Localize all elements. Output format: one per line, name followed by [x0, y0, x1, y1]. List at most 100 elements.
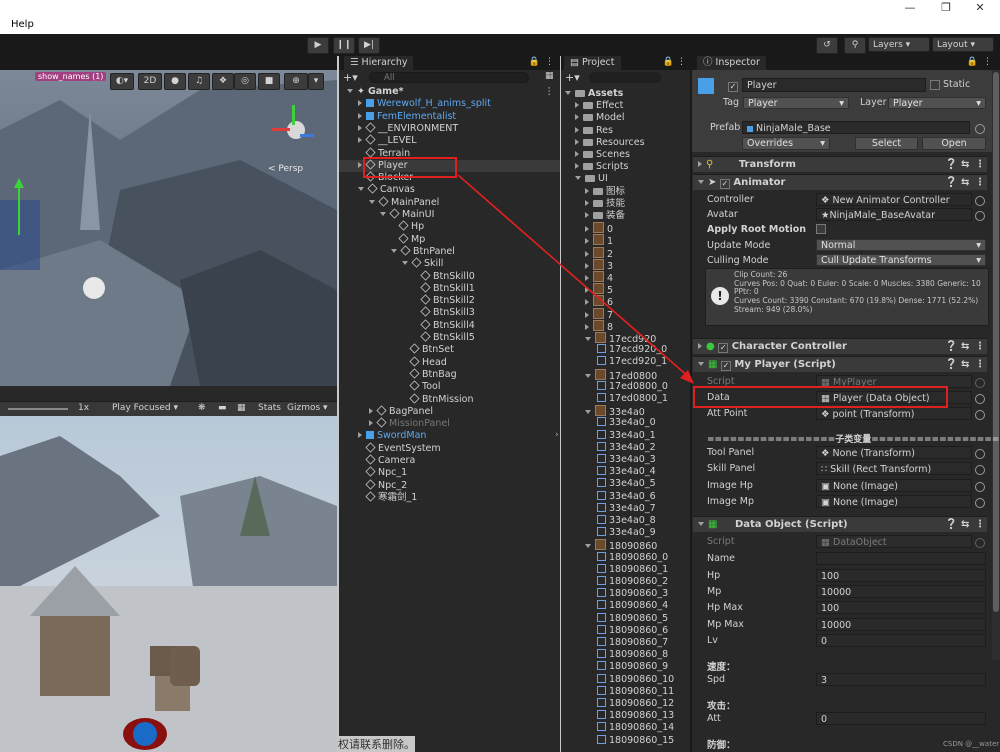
layer-dropdown[interactable]: Player ▾ — [888, 97, 986, 109]
project-item[interactable]: 17ecd920 — [561, 332, 690, 344]
culling-mode-dropdown[interactable]: Cull Update Transforms ▾ — [816, 254, 986, 266]
hierarchy-item[interactable]: Npc_1 — [339, 466, 560, 479]
project-item[interactable]: 18090860_4 — [561, 600, 690, 612]
hierarchy-item[interactable]: FemElementalist — [339, 111, 560, 123]
project-item[interactable]: 18090860_9 — [561, 661, 690, 673]
camera-icon[interactable]: ■ — [258, 73, 280, 90]
project-item[interactable]: Scripts — [561, 161, 690, 173]
project-item[interactable]: 33e4a0_5 — [561, 478, 690, 490]
mode-2d-button[interactable]: 2D — [138, 73, 162, 90]
expanded-arrow-icon[interactable] — [585, 337, 591, 341]
project-item[interactable]: 18090860_7 — [561, 637, 690, 649]
gizmo-icon[interactable]: ⊕ — [284, 73, 308, 90]
skill-panel-target-icon[interactable] — [975, 465, 985, 475]
mp-menu-icon[interactable]: ⋮ — [975, 357, 985, 372]
collapsed-arrow-icon[interactable] — [585, 187, 589, 194]
project-item[interactable]: 18090860_0 — [561, 551, 690, 564]
scale-slider[interactable] — [8, 408, 68, 410]
project-item[interactable]: 8 — [561, 319, 690, 332]
hierarchy-item[interactable]: EventSystem — [339, 442, 560, 455]
collapsed-arrow-icon[interactable] — [575, 126, 579, 133]
hierarchy-item[interactable]: Mp — [339, 233, 560, 246]
project-item[interactable]: 17ed0800_0 — [561, 380, 690, 393]
hierarchy-item[interactable]: BtnSkill4 — [339, 319, 560, 332]
do-preset-icon[interactable]: ⇆ — [961, 517, 969, 532]
project-item[interactable]: 33e4a0 — [561, 405, 690, 417]
expanded-arrow-icon[interactable] — [585, 373, 591, 378]
hierarchy-item[interactable]: 寒霜剑_1 — [339, 491, 560, 504]
project-item[interactable]: Effect — [561, 100, 690, 112]
cc-menu-icon[interactable]: ⋮ — [975, 339, 985, 354]
collapsed-arrow-icon[interactable] — [585, 299, 589, 306]
hp-input[interactable]: 100 — [816, 569, 986, 582]
project-item[interactable]: 5 — [561, 283, 690, 295]
hierarchy-item[interactable]: MainPanel — [339, 196, 560, 209]
project-item[interactable]: 3 — [561, 258, 690, 271]
image-hp-field[interactable]: ▣ None (Image) — [816, 479, 972, 492]
layers-dropdown[interactable]: Layers ▾ — [868, 37, 930, 52]
project-item[interactable]: 18090860_14 — [561, 722, 690, 734]
select-button[interactable]: Select — [855, 137, 918, 150]
close-icon[interactable]: ✕ — [970, 1, 990, 15]
collapsed-arrow-icon[interactable] — [585, 250, 589, 257]
hierarchy-item[interactable]: BtnPanel — [339, 245, 560, 258]
tag-dropdown[interactable]: Player ▾ — [743, 97, 849, 109]
more-icon[interactable]: ⋮ — [545, 57, 554, 67]
hierarchy-item[interactable]: BtnSkill5 — [339, 331, 560, 344]
hierarchy-item[interactable]: Hp — [339, 220, 560, 233]
collapsed-arrow-icon[interactable] — [575, 151, 579, 157]
project-item[interactable]: 技能 — [561, 198, 690, 210]
image-hp-target-icon[interactable] — [975, 482, 985, 492]
collapsed-arrow-icon[interactable] — [585, 199, 589, 206]
collapsed-arrow-icon[interactable] — [575, 138, 579, 145]
do-help-icon[interactable]: ❔ — [945, 517, 957, 532]
data-object-script-header[interactable]: ▦ Data Object (Script) ❔ ⇆ ⋮ — [693, 516, 987, 532]
project-item[interactable]: 4 — [561, 271, 690, 283]
mp-help-icon[interactable]: ❔ — [945, 357, 957, 372]
project-item[interactable]: 2 — [561, 246, 690, 259]
collapsed-arrow-icon[interactable] — [358, 432, 362, 439]
project-item[interactable]: 0 — [561, 222, 690, 234]
project-item[interactable]: Scenes — [561, 149, 690, 161]
collapsed-arrow-icon[interactable] — [358, 124, 362, 131]
project-lock-icon[interactable]: 🔒 — [663, 57, 674, 67]
att-input[interactable]: 0 — [816, 712, 986, 725]
tab-inspector[interactable]: ⓘ Inspector — [697, 56, 766, 70]
lock-icon[interactable]: 🔒 — [529, 57, 540, 67]
name-input[interactable] — [816, 552, 986, 565]
collapsed-arrow-icon[interactable] — [358, 112, 362, 119]
expanded-arrow-icon[interactable] — [585, 410, 591, 415]
prefab-field[interactable]: NinjaMale_Base — [742, 121, 970, 134]
tab-project[interactable]: ▤ Project — [564, 56, 621, 70]
expanded-arrow-icon[interactable] — [575, 176, 581, 181]
project-item[interactable]: 1 — [561, 234, 690, 246]
debug-icon[interactable]: ❋ — [198, 403, 206, 413]
overrides-dropdown[interactable]: Overrides ▾ — [742, 137, 830, 150]
collapsed-arrow-icon[interactable] — [585, 311, 589, 318]
project-item[interactable]: Assets — [561, 88, 690, 100]
stats-button[interactable]: Stats — [258, 403, 281, 413]
cc-preset-icon[interactable]: ⇆ — [961, 339, 969, 354]
active-checkbox[interactable]: ✓ — [728, 80, 738, 92]
skill-panel-field[interactable]: ∷ Skill (Rect Transform) — [816, 462, 972, 475]
mp-max-input[interactable]: 10000 — [816, 618, 986, 631]
collapsed-arrow-icon[interactable] — [358, 100, 362, 107]
project-item[interactable]: 33e4a0_3 — [561, 454, 690, 466]
layout-dropdown[interactable]: Layout ▾ — [932, 37, 994, 52]
shading-mode-icon[interactable]: ◐▾ — [110, 73, 134, 90]
hierarchy-search-input[interactable]: All — [369, 72, 529, 83]
hierarchy-item[interactable]: BtnMission — [339, 392, 560, 406]
collapsed-arrow-icon[interactable] — [585, 226, 589, 233]
collapsed-arrow-icon[interactable] — [358, 137, 362, 144]
search-icon[interactable]: ⚲ — [844, 37, 866, 54]
hierarchy-item[interactable]: ✦ Game* ⋮ — [339, 86, 560, 98]
effects-icon[interactable]: ❖ — [212, 73, 234, 90]
collapsed-arrow-icon[interactable] — [575, 163, 579, 170]
image-mp-field[interactable]: ▣ None (Image) — [816, 495, 972, 508]
animator-help-icon[interactable]: ❔ — [945, 175, 957, 190]
filter-icon[interactable]: ▦ — [545, 71, 554, 81]
collapsed-arrow-icon[interactable] — [585, 287, 589, 294]
project-item[interactable]: 6 — [561, 295, 690, 307]
collapsed-arrow-icon[interactable] — [585, 275, 589, 281]
collapsed-arrow-icon[interactable] — [585, 323, 589, 330]
